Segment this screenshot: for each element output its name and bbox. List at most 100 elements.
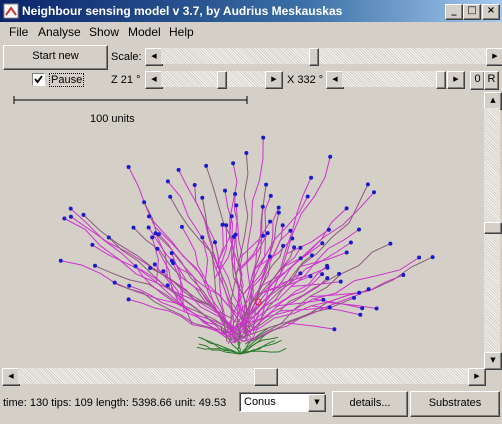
hypha-tip [290, 236, 295, 241]
hscroll-thumb[interactable] [254, 368, 278, 386]
hypha-tip [366, 287, 371, 292]
hypha-tip [126, 165, 131, 169]
hypha-tip [58, 258, 63, 263]
vscroll-thumb[interactable] [484, 222, 502, 234]
model-select-value: Conus [244, 396, 276, 408]
hypha-tip [358, 312, 363, 317]
hyphae-group [60, 137, 433, 355]
simulation-canvas[interactable]: 100 units [0, 92, 484, 368]
hypha-tip [372, 190, 376, 195]
z-right-arrow[interactable]: ▶ [265, 71, 283, 89]
hyphae-drawing: 100 units [13, 96, 435, 355]
scale-right-arrow[interactable]: ▶ [486, 48, 502, 66]
hypha-tip [81, 212, 86, 217]
hypha-tip [321, 297, 326, 302]
hypha-tip [192, 183, 197, 187]
hypha-tip [231, 161, 236, 166]
hypha-tip [276, 205, 281, 210]
hypha-tip [68, 214, 73, 219]
menu-model[interactable]: Model [128, 25, 161, 39]
hypha-tip [161, 269, 166, 274]
hypha-tip [325, 276, 330, 281]
menu-analyse[interactable]: Analyse [38, 25, 81, 39]
hypha-tip [234, 203, 239, 208]
status-text: time: 130 tips: 109 length: 5398.66 unit… [3, 397, 227, 409]
hypha-tip [229, 214, 234, 219]
hypha-tip [338, 279, 343, 284]
hypha-tip [280, 223, 285, 228]
hypha-tip [147, 214, 151, 219]
hypha-tip [142, 200, 147, 205]
hypha-tip [93, 263, 97, 268]
pause-checkbox[interactable] [32, 73, 45, 86]
hypha-tip [112, 280, 117, 285]
hscroll-right-arrow[interactable]: ▶ [468, 368, 486, 386]
hypha-tip [352, 295, 356, 300]
hypha-tip [267, 254, 272, 259]
hypha-tip [344, 250, 349, 255]
model-select[interactable]: Conus ▼ [239, 392, 326, 412]
x-right-arrow[interactable]: ▶ [447, 71, 465, 89]
maximize-button[interactable]: □ [463, 4, 481, 20]
app-icon [3, 3, 19, 19]
pause-label[interactable]: Pause [49, 73, 85, 87]
minimize-button[interactable]: _ [445, 4, 463, 20]
reset-button[interactable]: R [484, 71, 499, 90]
hypha-tip [165, 283, 170, 288]
close-button[interactable]: × [482, 4, 500, 20]
z-slider[interactable] [161, 71, 265, 87]
hypha-tip [152, 262, 157, 267]
x-slider[interactable] [342, 71, 447, 87]
hypha-tip [360, 306, 365, 311]
hypha-tip [326, 227, 331, 232]
hypha-tip [417, 255, 422, 260]
hypha-tip [131, 225, 136, 230]
hypha-tip [268, 219, 273, 224]
x-slider-thumb[interactable] [436, 71, 446, 89]
hypha-tip [220, 222, 225, 227]
menu-bar: File Analyse Show Model Help [0, 22, 502, 42]
hypha-tip [401, 273, 406, 277]
hypha-tip [265, 231, 270, 236]
hypha-tip [357, 227, 361, 232]
hypha-tip [165, 179, 170, 184]
hypha-tip [365, 182, 370, 187]
hypha-tip [168, 194, 173, 199]
title-bar: Neighbour sensing model v 3.7, by Audriu… [0, 0, 502, 22]
scale-slider[interactable] [161, 48, 486, 64]
hypha-tip [146, 225, 151, 230]
horizontal-scrollbar[interactable] [18, 368, 468, 384]
hypha-tip [155, 246, 160, 251]
hypha-tip [260, 204, 265, 209]
hypha-tip [298, 245, 303, 250]
hypha-tip [148, 266, 153, 270]
hypha-tip [374, 306, 379, 311]
hypha-tip [244, 151, 249, 155]
scale-slider-thumb[interactable] [309, 48, 319, 66]
substrates-button[interactable]: Substrates [410, 391, 500, 417]
menu-help[interactable]: Help [169, 25, 194, 39]
hypha-tip [320, 241, 325, 246]
hypha [201, 197, 228, 343]
hypha-tip [276, 210, 281, 215]
hypha-tip [233, 192, 238, 196]
vscroll-down-arrow[interactable]: ▼ [484, 352, 502, 370]
hypha-tip [233, 232, 238, 237]
menu-show[interactable]: Show [89, 25, 119, 39]
hypha-tip [288, 228, 293, 233]
chevron-down-icon[interactable]: ▼ [308, 394, 326, 412]
hypha-tip [176, 167, 181, 172]
zero-button[interactable]: 0 [470, 71, 485, 90]
details-button[interactable]: details... [332, 391, 408, 417]
hypha-tip [126, 297, 131, 302]
hypha-tip [179, 224, 184, 229]
hypha-tip [62, 216, 67, 221]
hypha-tip [298, 271, 303, 276]
z-angle-label: Z 21 ° [111, 74, 141, 86]
hypha-tip [169, 258, 174, 263]
hypha-tip [169, 251, 174, 256]
z-slider-thumb[interactable] [217, 71, 227, 89]
menu-file[interactable]: File [9, 25, 28, 39]
hypha-tip [150, 235, 155, 240]
start-new-button[interactable]: Start new [3, 45, 108, 70]
